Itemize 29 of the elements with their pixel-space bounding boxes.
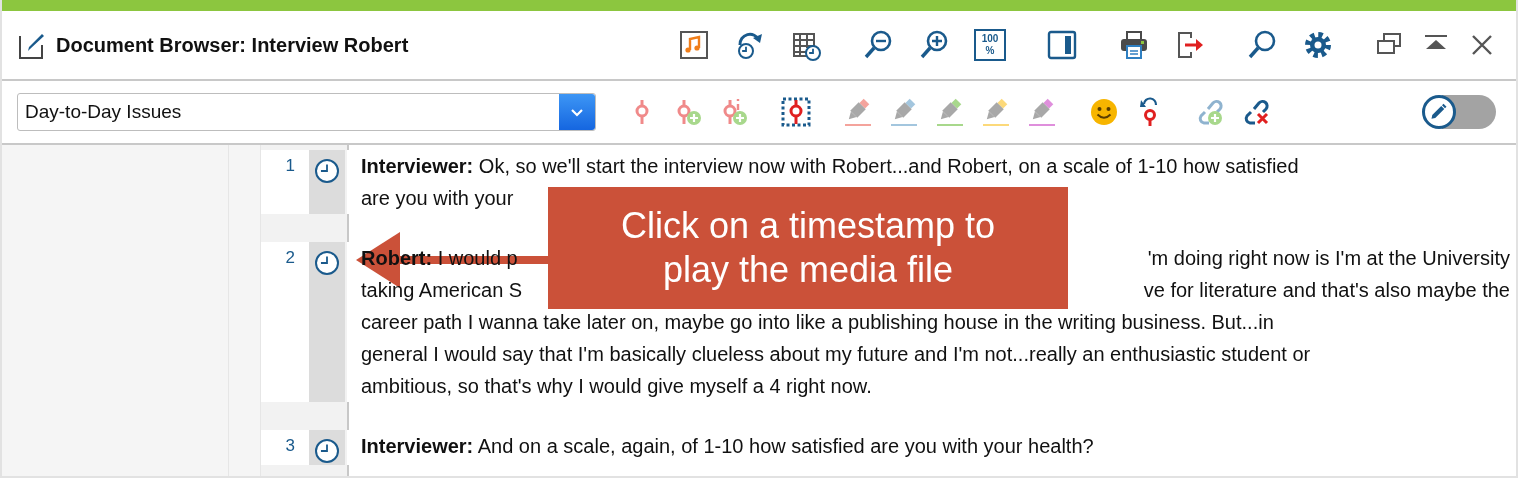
zoom-reset-button[interactable]: 100 %	[974, 29, 1006, 61]
window-title: Document Browser: Interview Robert	[56, 33, 409, 57]
transcript-text: general I would say that I'm basically clueless about my future and I'm not...really an enthusiastic student or	[361, 342, 1311, 367]
search-icon[interactable]	[1246, 29, 1278, 61]
line-number: 1	[261, 150, 309, 214]
zoom-in-icon[interactable]	[918, 29, 950, 61]
printer-icon[interactable]	[1118, 29, 1150, 61]
transcript-text: career path I wanna take later on, maybe go into like a publishing house in the writing business. But...in	[361, 310, 1274, 335]
transcript-text: 'm doing right now is I'm at the University	[1147, 246, 1511, 271]
transcript-text: ambitious, so that's why I would give myself a 4 right now.	[361, 374, 872, 399]
line-number: 2	[261, 242, 309, 402]
smiley-icon[interactable]	[1088, 96, 1120, 128]
transcript-text: Interviewer: Ok, so we'll start the interview now with Robert...and Robert, on a scale of 1-10 how satisfied	[361, 154, 1299, 179]
timestamp-clock-icon[interactable]	[313, 249, 341, 277]
edit-mode-toggle[interactable]	[1422, 95, 1496, 129]
callout: Click on a timestamp to play the media file	[548, 187, 1068, 309]
timestamp-clock-icon[interactable]	[313, 437, 341, 465]
panel-toggle-icon[interactable]	[1046, 29, 1078, 61]
settings-icon[interactable]	[1302, 29, 1334, 61]
music-note-icon[interactable]	[678, 29, 710, 61]
zoom-out-icon[interactable]	[862, 29, 894, 61]
line-number: 3	[261, 430, 309, 465]
transcript-text: taking American S	[361, 278, 523, 303]
transcript-text: Interviewer: And on a scale, again, of 1-10 how satisfied are you with your health?	[361, 434, 1094, 459]
transcript-text: are you with your	[361, 186, 514, 211]
timestamp-clock-icon[interactable]	[313, 157, 341, 185]
code-dropdown[interactable]: Day-to-Day Issues	[17, 93, 596, 131]
transcript-text: ve for literature and that's also maybe the	[1143, 278, 1511, 303]
selection-code-icon[interactable]	[780, 96, 812, 128]
